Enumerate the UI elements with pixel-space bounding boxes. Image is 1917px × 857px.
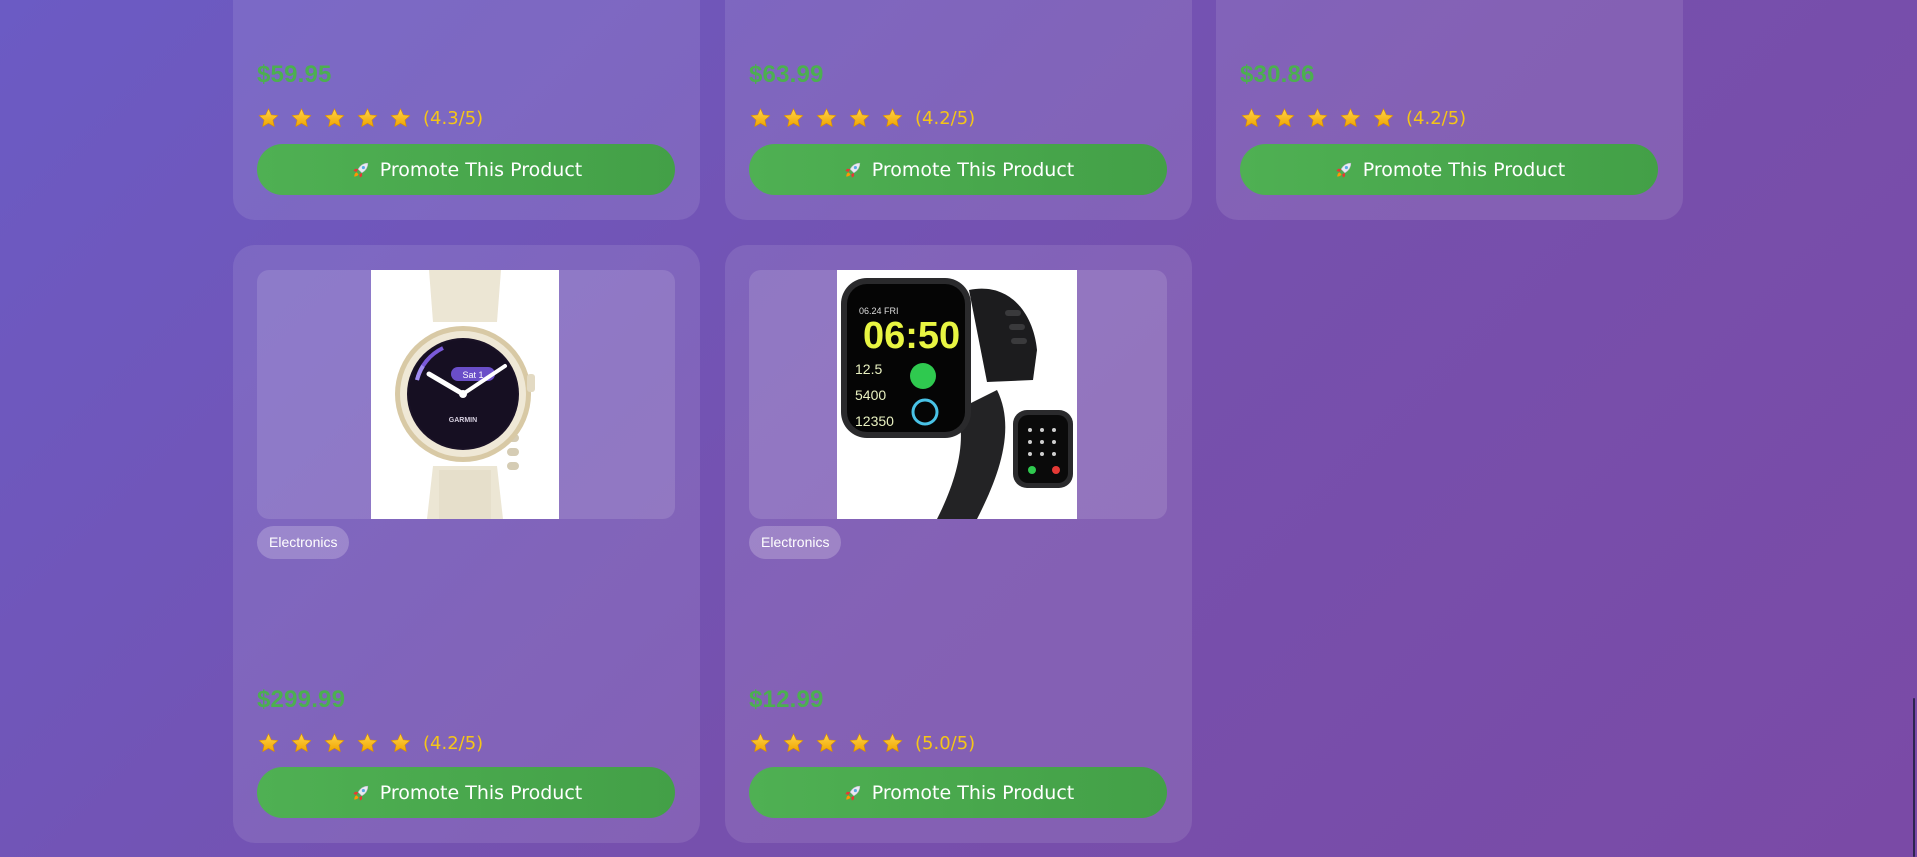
product-price: $12.99: [749, 686, 824, 713]
black-smartwatch-image: 06.24 FRI 06:50 12.5 5400 12350: [837, 270, 1077, 519]
category-badge: Electronics: [749, 526, 842, 559]
watch-brand: GARMIN: [449, 417, 477, 424]
star-icon: [815, 105, 848, 131]
product-rating: (4.3/5): [257, 105, 483, 131]
product-price: $59.95: [257, 61, 332, 88]
star-icon: [257, 730, 290, 756]
product-price: $63.99: [749, 61, 824, 88]
star-icon: [848, 105, 881, 131]
promote-product-button[interactable]: Promote This Product: [1240, 144, 1658, 195]
button-label: Promote This Product: [871, 158, 1075, 181]
star-icon: [356, 105, 389, 131]
star-icon: [881, 105, 914, 131]
product-image[interactable]: 06.24 FRI 06:50 12.5 5400 12350: [837, 270, 1077, 519]
rocket-icon: [350, 782, 372, 804]
promote-product-button[interactable]: Promote This Product: [749, 767, 1167, 818]
button-label: Promote This Product: [379, 781, 583, 804]
product-card: Sat 1 GARMIN Electronics $299.99 (4.2/5)…: [233, 245, 700, 843]
product-price: $299.99: [257, 686, 346, 713]
button-label: Promote This Product: [1362, 158, 1566, 181]
rating-text: (4.2/5): [915, 107, 976, 129]
star-icon: [1240, 105, 1273, 131]
page-scrollbar[interactable]: [1909, 0, 1917, 857]
button-label: Promote This Product: [871, 781, 1075, 804]
product-image-container: Sat 1 GARMIN: [257, 270, 675, 519]
star-icon: [1273, 105, 1306, 131]
watch-km: 12.5: [855, 361, 882, 377]
star-icon: [848, 730, 881, 756]
rocket-icon: [1333, 159, 1355, 181]
star-icon: [1372, 105, 1405, 131]
rocket-icon: [350, 159, 372, 181]
category-badge: Electronics: [257, 526, 350, 559]
product-image[interactable]: Sat 1 GARMIN: [371, 270, 559, 519]
star-icon: [1339, 105, 1372, 131]
star-icon: [881, 730, 914, 756]
product-image-container: 06.24 FRI 06:50 12.5 5400 12350: [749, 270, 1167, 519]
star-icon: [749, 730, 782, 756]
rating-text: (5.0/5): [915, 732, 976, 754]
product-card: $63.99 (4.2/5) Promote This Product: [725, 0, 1192, 220]
product-rating: (4.2/5): [257, 730, 483, 756]
rating-text: (4.3/5): [423, 107, 484, 129]
star-icon: [356, 730, 389, 756]
star-icon: [290, 105, 323, 131]
product-rating: (4.2/5): [1240, 105, 1466, 131]
star-icon: [389, 730, 422, 756]
star-icon: [389, 105, 422, 131]
product-rating: (4.2/5): [749, 105, 975, 131]
product-card: 06.24 FRI 06:50 12.5 5400 12350 Electron…: [725, 245, 1192, 843]
star-icon: [1306, 105, 1339, 131]
promote-product-button[interactable]: Promote This Product: [257, 767, 675, 818]
star-icon: [815, 730, 848, 756]
rating-text: (4.2/5): [423, 732, 484, 754]
star-icon: [323, 105, 356, 131]
rating-text: (4.2/5): [1406, 107, 1467, 129]
watch-date: Sat 1: [462, 370, 483, 380]
star-icon: [257, 105, 290, 131]
product-rating: (5.0/5): [749, 730, 975, 756]
rocket-icon: [842, 782, 864, 804]
star-icon: [749, 105, 782, 131]
product-price: $30.86: [1240, 61, 1315, 88]
scrollbar-thumb[interactable]: [1913, 698, 1915, 857]
product-card: $30.86 (4.2/5) Promote This Product: [1216, 0, 1683, 220]
product-card: $59.95 (4.3/5) Promote This Product: [233, 0, 700, 220]
watch-kcal: 5400: [855, 387, 886, 403]
promote-product-button[interactable]: Promote This Product: [749, 144, 1167, 195]
button-label: Promote This Product: [379, 158, 583, 181]
watch-steps: 12350: [855, 413, 894, 429]
garmin-smartwatch-image: Sat 1 GARMIN: [371, 270, 559, 519]
star-icon: [782, 730, 815, 756]
star-icon: [290, 730, 323, 756]
watch-time: 06:50: [863, 315, 960, 357]
promote-product-button[interactable]: Promote This Product: [257, 144, 675, 195]
star-icon: [323, 730, 356, 756]
star-icon: [782, 105, 815, 131]
rocket-icon: [842, 159, 864, 181]
